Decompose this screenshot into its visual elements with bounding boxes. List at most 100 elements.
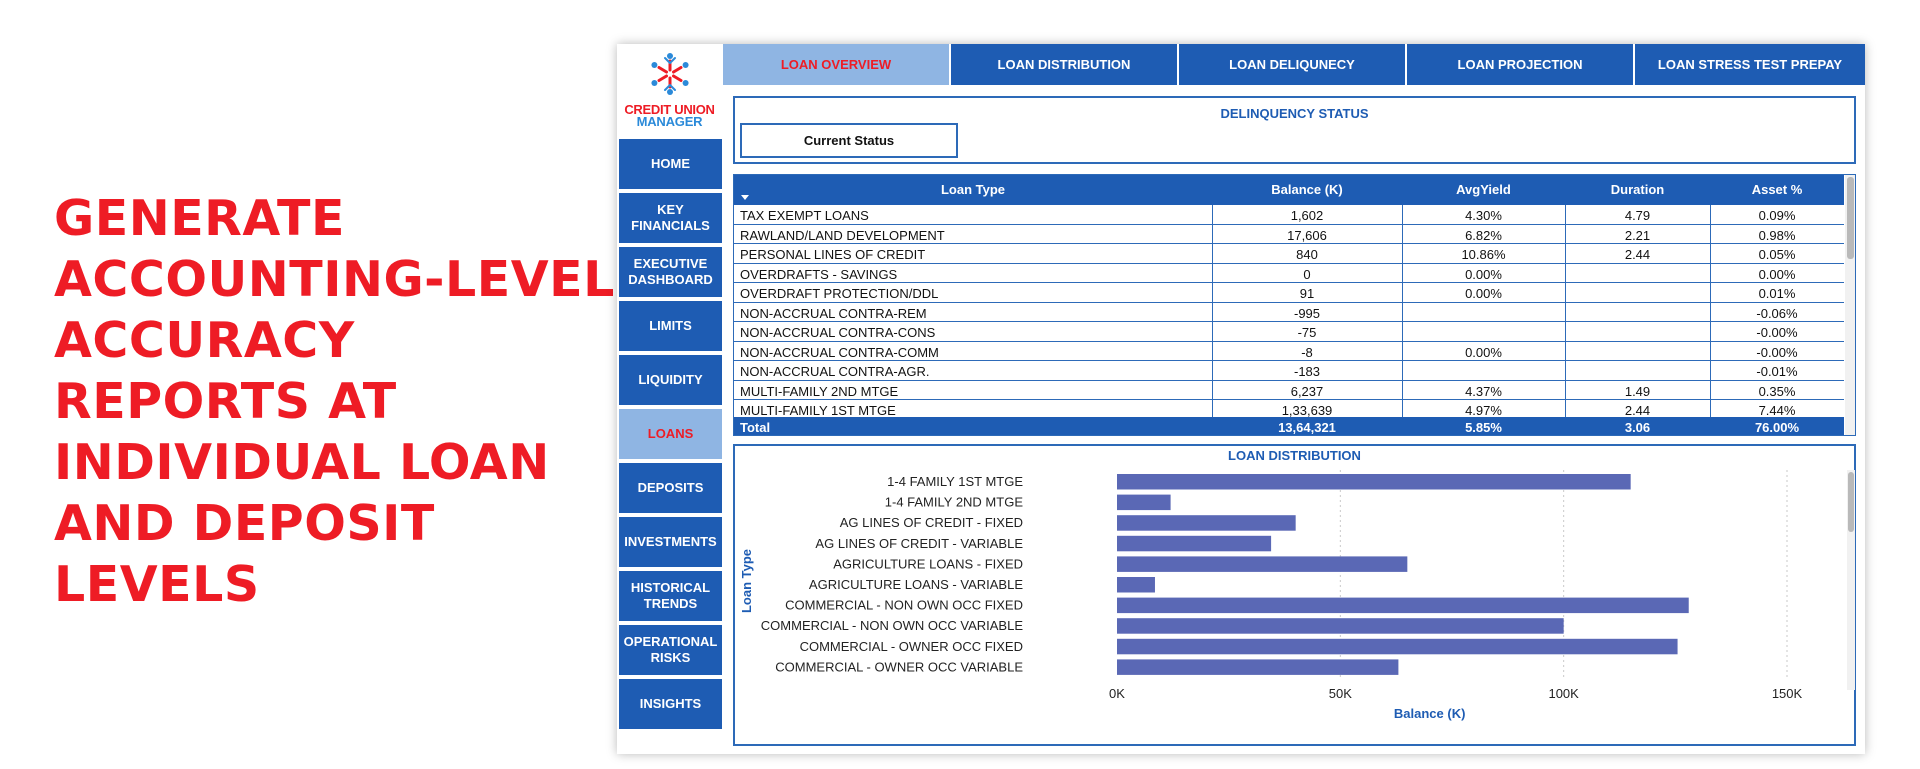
bar[interactable]: [1117, 494, 1171, 511]
sidebar-item-historical-trends[interactable]: HISTORICAL TRENDS: [619, 571, 722, 623]
table-row[interactable]: TAX EXEMPT LOANS 1,602 4.30% 4.79 0.09%: [734, 205, 1844, 225]
category-label: 1-4 FAMILY 1ST MTGE: [887, 474, 1023, 489]
cell-asset-pct: 7.44%: [1758, 403, 1796, 417]
cell-balance: -75: [1297, 325, 1317, 340]
total-avgyield: 5.85%: [1465, 420, 1502, 435]
bar[interactable]: [1117, 474, 1631, 490]
cell-loan-type: NON-ACCRUAL CONTRA-AGR.: [740, 364, 930, 379]
cell-asset-pct: 0.05%: [1758, 247, 1796, 262]
cell-avgyield: 4.37%: [1465, 383, 1502, 399]
cell-avgyield: 4.97%: [1465, 403, 1502, 417]
table-row[interactable]: PERSONAL LINES OF CREDIT 840 10.86% 2.44…: [734, 244, 1844, 264]
loan-distribution-panel: LOAN DISTRIBUTION 0K 50K 100K 150K 1-4 FAMIL…: [733, 444, 1856, 746]
table-row[interactable]: MULTI-FAMILY 2ND MTGE 6,237 4.37% 1.49 0…: [734, 381, 1844, 400]
sidebar-item-home[interactable]: HOME: [619, 139, 722, 191]
chart-scrollbar-thumb[interactable]: [1848, 472, 1854, 532]
column-header-loan-type[interactable]: Loan Type: [734, 182, 1212, 197]
bar[interactable]: [1117, 618, 1564, 634]
table-scrollbar[interactable]: [1845, 175, 1855, 435]
column-divider: [1710, 205, 1711, 417]
sidebar-item-limits[interactable]: LIMITS: [619, 301, 722, 353]
category-label: AGRICULTURE LOANS - VARIABLE: [809, 577, 1023, 592]
delinquency-status-title: DELINQUENCY STATUS: [1220, 106, 1369, 121]
bar[interactable]: [1117, 556, 1408, 572]
sidebar-item-liquidity[interactable]: LIQUIDITY: [619, 355, 722, 407]
cell-loan-type: NON-ACCRUAL CONTRA-REM: [740, 305, 927, 321]
current-status-button[interactable]: Current Status: [740, 123, 958, 158]
cell-avgyield: 10.86%: [1461, 247, 1506, 262]
cell-balance: 17,606: [1287, 227, 1327, 243]
category-label: 1-4 FAMILY 2ND MTGE: [885, 495, 1024, 510]
tab-loan-distribution[interactable]: LOAN DISTRIBUTION: [951, 44, 1179, 85]
category-label: AG LINES OF CREDIT - FIXED: [840, 515, 1023, 530]
headline-line: ACCOUNTING-LEVEL: [54, 251, 615, 308]
headline-line: LEVELS: [54, 556, 260, 613]
table-row[interactable]: MULTI-FAMILY 1ST MTGE 1,33,639 4.97% 2.4…: [734, 400, 1844, 417]
column-divider: [1402, 205, 1403, 417]
cell-duration: 1.49: [1624, 383, 1651, 399]
sidebar-item-operational-risks[interactable]: OPERATIONAL RISKS: [619, 625, 722, 677]
x-tick-label: 100K: [1548, 686, 1579, 701]
headline-line: REPORTS AT: [54, 373, 397, 430]
cell-avgyield: 0.00%: [1465, 286, 1502, 301]
bar[interactable]: [1117, 638, 1678, 655]
bar[interactable]: [1117, 535, 1272, 552]
cell-asset-pct: -0.00%: [1756, 325, 1798, 340]
cell-balance: -183: [1293, 364, 1321, 379]
cell-balance: -8: [1301, 344, 1313, 360]
table-row[interactable]: NON-ACCRUAL CONTRA-AGR. -183 -0.01%: [734, 361, 1844, 381]
cell-asset-pct: 0.35%: [1758, 383, 1796, 399]
x-axis-title: Balance (K): [1394, 706, 1466, 721]
cell-balance: 6,237: [1290, 383, 1324, 399]
category-label: COMMERCIAL - OWNER OCC FIXED: [800, 639, 1023, 654]
loan-distribution-chart: 0K 50K 100K 150K 1-4 FAMILY 1ST MTGE 1-4 FAMI…: [739, 470, 1803, 721]
sidebar-item-investments[interactable]: INVESTMENTS: [619, 517, 722, 569]
snowflake-people-logo-icon: [651, 53, 689, 95]
category-label: COMMERCIAL - NON OWN OCC VARIABLE: [761, 618, 1024, 633]
x-tick-label: 50K: [1329, 686, 1352, 701]
sidebar-item-loans[interactable]: LOANS: [619, 409, 722, 461]
sidebar-item-executive-dashboard[interactable]: EXECUTIVE DASHBOARD: [619, 247, 722, 299]
column-header-balance[interactable]: Balance (K): [1212, 182, 1402, 197]
table-scrollbar-thumb[interactable]: [1847, 177, 1854, 259]
category-label: COMMERCIAL - NON OWN OCC FIXED: [785, 598, 1023, 613]
bar[interactable]: [1117, 659, 1399, 675]
bar[interactable]: [1117, 597, 1689, 614]
category-label: AG LINES OF CREDIT - VARIABLE: [815, 536, 1023, 551]
headline-line: AND DEPOSIT: [54, 495, 435, 552]
sidebar-item-insights[interactable]: INSIGHTS: [619, 679, 722, 731]
table-row[interactable]: RAWLAND/LAND DEVELOPMENT 17,606 6.82% 2.…: [734, 225, 1844, 244]
chart-scrollbar[interactable]: [1847, 470, 1855, 690]
total-balance: 13,64,321: [1278, 420, 1336, 435]
column-header-avgyield[interactable]: AvgYield: [1402, 182, 1565, 197]
table-row[interactable]: NON-ACCRUAL CONTRA-COMM -8 0.00% -0.00%: [734, 342, 1844, 361]
tab-loan-delinquency[interactable]: LOAN DELIQUNECY: [1179, 44, 1407, 85]
table-row[interactable]: NON-ACCRUAL CONTRA-REM -995 -0.06%: [734, 303, 1844, 322]
cell-loan-type: PERSONAL LINES OF CREDIT: [740, 247, 926, 262]
column-header-duration[interactable]: Duration: [1565, 182, 1710, 197]
cell-loan-type: OVERDRAFTS - SAVINGS: [740, 266, 898, 282]
sidebar-item-key-financials[interactable]: KEY FINANCIALS: [619, 193, 722, 245]
cell-duration: 2.44: [1624, 247, 1651, 262]
cell-avgyield: 0.00%: [1465, 344, 1502, 360]
cell-balance: 1,602: [1290, 208, 1324, 223]
tab-bar: LOAN OVERVIEW LOAN DISTRIBUTION LOAN DEL…: [723, 44, 1865, 85]
table-total-row: Total 13,64,321 5.85% 3.06 76.00%: [734, 417, 1844, 435]
cell-avgyield: 4.30%: [1465, 208, 1502, 223]
table-row[interactable]: NON-ACCRUAL CONTRA-CONS -75 -0.00%: [734, 322, 1844, 342]
column-header-asset-pct[interactable]: Asset %: [1710, 182, 1844, 197]
cell-duration: 4.79: [1624, 208, 1651, 223]
table-row[interactable]: OVERDRAFT PROTECTION/DDL 91 0.00% 0.01%: [734, 283, 1844, 303]
tab-loan-stress-test-prepay[interactable]: LOAN STRESS TEST PREPAY: [1635, 44, 1865, 85]
tab-loan-projection[interactable]: LOAN PROJECTION: [1407, 44, 1635, 85]
logo[interactable]: CREDIT UNION MANAGER: [617, 44, 722, 134]
cell-duration: 2.44: [1624, 403, 1651, 417]
bar[interactable]: [1117, 515, 1296, 531]
tab-loan-overview[interactable]: LOAN OVERVIEW: [723, 44, 951, 85]
delinquency-status-panel: DELINQUENCY STATUS Current Status: [733, 96, 1856, 164]
headline: GENERATE ACCOUNTING-LEVEL ACCURACY REPOR…: [54, 188, 614, 615]
sidebar-item-deposits[interactable]: DEPOSITS: [619, 463, 722, 515]
bar[interactable]: [1117, 577, 1155, 593]
table-row[interactable]: OVERDRAFTS - SAVINGS 0 0.00% 0.00%: [734, 264, 1844, 283]
cell-asset-pct: 0.09%: [1758, 208, 1796, 223]
